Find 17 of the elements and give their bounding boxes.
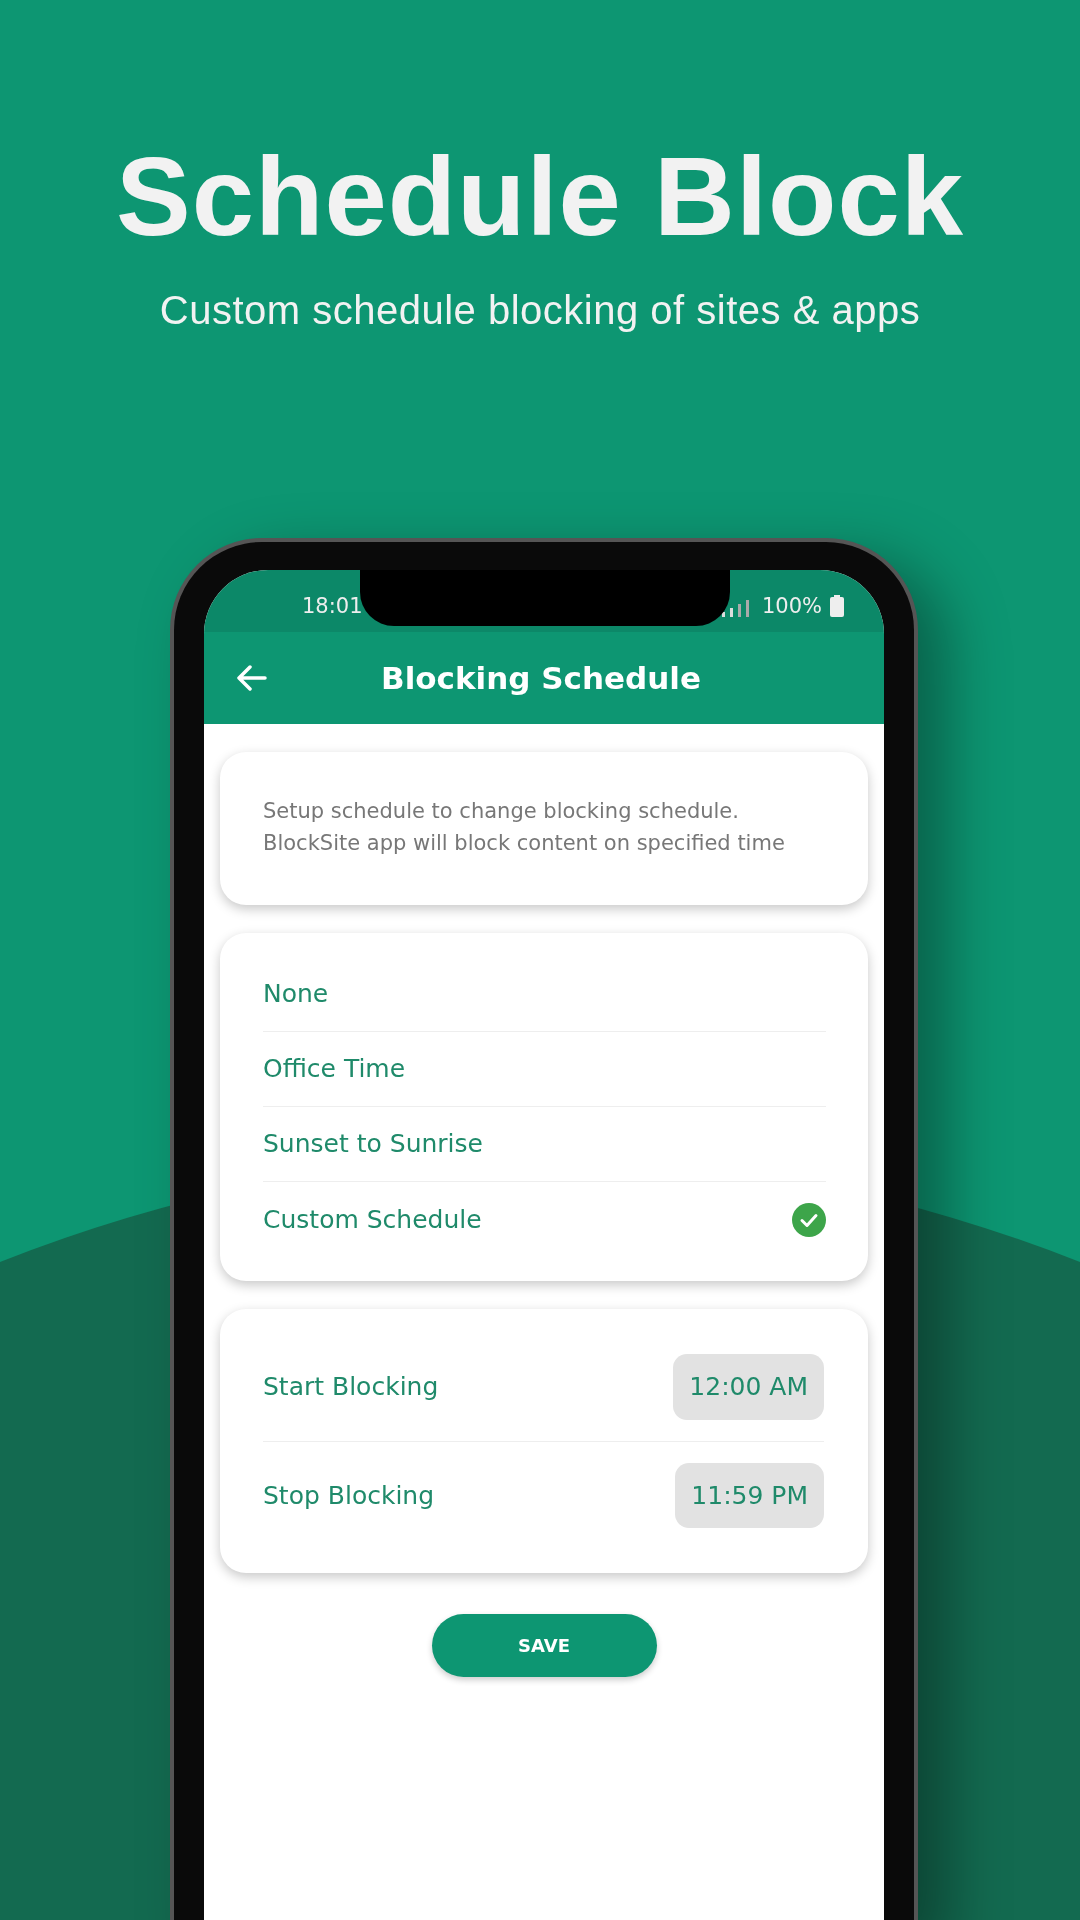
headline: Schedule Block (114, 135, 965, 259)
time-label: Start Blocking (263, 1371, 439, 1404)
schedule-option[interactable]: Office Time (263, 1032, 826, 1108)
time-button[interactable]: 12:00 AM (673, 1354, 824, 1420)
battery-percent: 100% (761, 592, 822, 620)
info-text: Setup schedule to change blocking schedule. BlockSite app will block content on specified time (262, 798, 786, 857)
screen-title: Blocking Schedule (380, 658, 702, 698)
schedule-option[interactable]: Custom Schedule (263, 1182, 826, 1258)
back-icon[interactable] (234, 663, 268, 694)
time-label: Stop Blocking (263, 1479, 435, 1512)
subtitle: Custom schedule blocking of sites & apps (158, 287, 922, 335)
schedule-option[interactable]: Sunset to Sunrise (263, 1107, 826, 1183)
battery-icon (830, 595, 844, 618)
status-time: 18:01 (302, 592, 363, 620)
schedule-option[interactable]: None (263, 957, 826, 1033)
save-button[interactable]: SAVE (431, 1614, 657, 1678)
time-button[interactable]: 11:59 PM (675, 1462, 824, 1529)
